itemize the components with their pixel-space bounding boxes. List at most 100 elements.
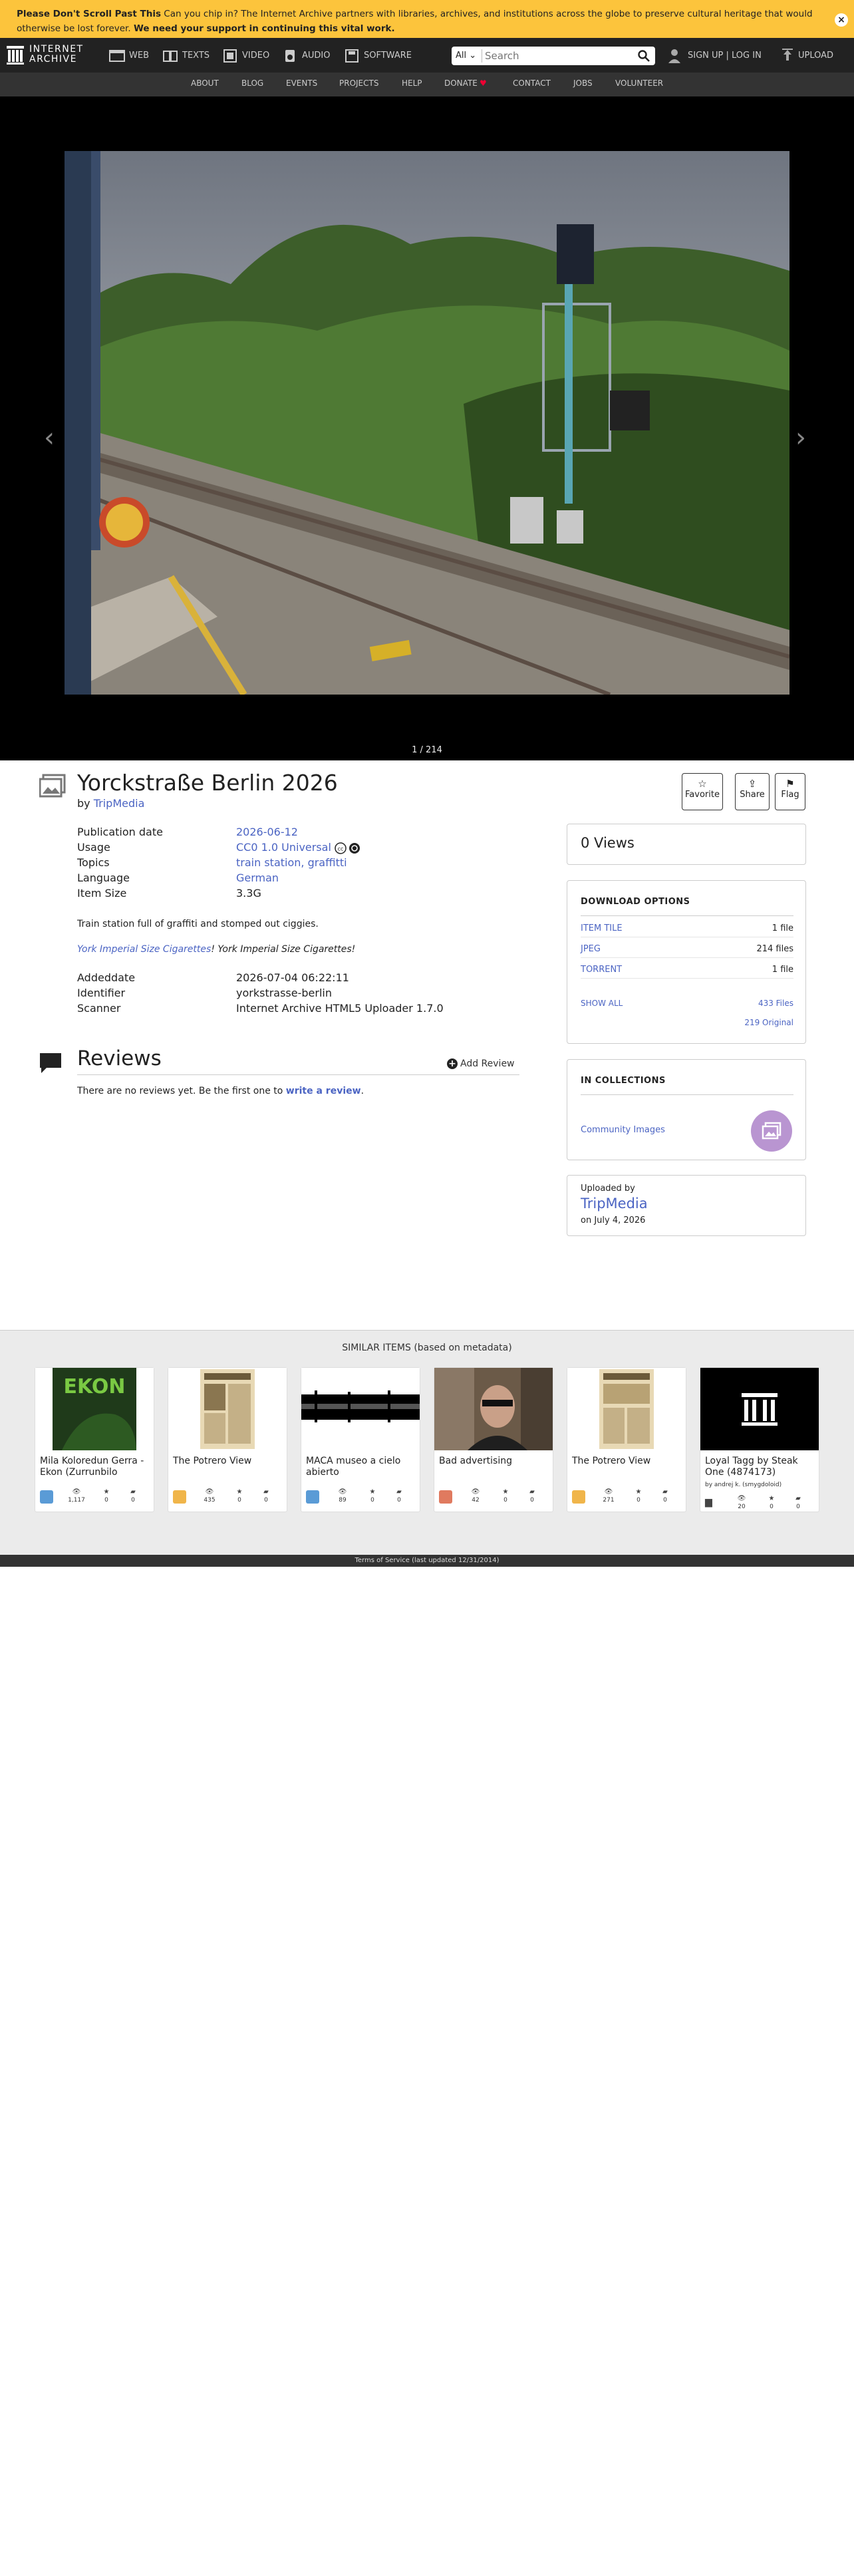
comment-icon: ▰ bbox=[130, 1488, 136, 1496]
archive-logo-image bbox=[700, 1368, 819, 1450]
nav-about[interactable]: ABOUT bbox=[191, 79, 219, 88]
divider bbox=[581, 978, 793, 979]
book-icon bbox=[163, 50, 178, 62]
item-title: Yorckstraße Berlin 2026 bbox=[77, 770, 338, 796]
topics-links[interactable]: train station, graffitti bbox=[236, 856, 347, 869]
web-tab[interactable]: WEB bbox=[109, 49, 149, 63]
original-files-link[interactable]: 219 Original bbox=[744, 1018, 793, 1027]
upload-date: on July 4, 2026 bbox=[581, 1215, 646, 1225]
nav-events[interactable]: EVENTS bbox=[286, 79, 317, 88]
video-tab[interactable]: VIDEO bbox=[222, 49, 269, 63]
software-tab[interactable]: SOFTWARE bbox=[344, 49, 412, 63]
railway-photo-image bbox=[65, 151, 789, 695]
prev-image-button[interactable]: ‹ bbox=[44, 422, 55, 453]
comment-icon: ▰ bbox=[662, 1488, 668, 1496]
metadata-key: Language bbox=[77, 872, 130, 884]
write-review-link[interactable]: write a review bbox=[286, 1086, 361, 1096]
similar-item-card[interactable]: The Potrero View 👁 435 ★ 0 ▰ 0 bbox=[168, 1367, 287, 1512]
item-stats: 👁 1,117 ★ 0 ▰ 0 bbox=[40, 1488, 150, 1509]
collection-link[interactable]: Community Images bbox=[581, 1125, 665, 1135]
nav-jobs[interactable]: JOBS bbox=[573, 79, 593, 88]
views-count: 1,117 bbox=[68, 1497, 85, 1504]
album-cover-image: EKON bbox=[53, 1368, 136, 1450]
signup-login-link[interactable]: SIGN UP | LOG IN bbox=[668, 47, 762, 65]
nav-volunteer[interactable]: VOLUNTEER bbox=[615, 79, 663, 88]
search-icon[interactable] bbox=[638, 50, 650, 62]
flag-button[interactable]: ⚑ Flag bbox=[775, 773, 805, 810]
download-options-box: DOWNLOAD OPTIONS ITEM TILE 1 file JPEG 214… bbox=[567, 880, 806, 1044]
divider bbox=[581, 957, 793, 958]
views-count: 89 bbox=[339, 1497, 347, 1504]
film-icon bbox=[223, 49, 237, 63]
upload-link[interactable]: UPLOAD bbox=[782, 47, 833, 65]
metadata-value: yorkstrasse-berlin bbox=[236, 987, 332, 999]
item-title: Mila Koloredun Gerra - Ekon (Zurrunbilo bbox=[40, 1456, 144, 1478]
close-banner-button[interactable]: × bbox=[835, 13, 848, 27]
add-review-button[interactable]: + Add Review bbox=[447, 1058, 515, 1069]
texts-tab[interactable]: TEXTS bbox=[162, 49, 210, 63]
views-count: 435 bbox=[204, 1497, 215, 1504]
donation-banner: Please Don't Scroll Past This Can you ch… bbox=[0, 0, 854, 38]
publication-date-link[interactable]: 2026-06-12 bbox=[236, 826, 298, 838]
secondary-navigation: ABOUT BLOG EVENTS PROJECTS HELP DONATE ♥… bbox=[0, 73, 854, 96]
similar-item-card[interactable]: Bad advertising 👁 42 ★ 0 ▰ 0 bbox=[434, 1367, 553, 1512]
share-button[interactable]: ⇪ Share bbox=[735, 773, 770, 810]
image-mediatype-icon bbox=[39, 774, 66, 798]
quote-link[interactable]: York Imperial Size Cigarettes bbox=[77, 944, 211, 955]
favorite-button[interactable]: ☆ Favorite bbox=[682, 773, 723, 810]
next-image-button[interactable]: › bbox=[795, 422, 806, 453]
search-scope-select[interactable]: All ⌄ bbox=[454, 49, 482, 63]
search-input[interactable] bbox=[485, 49, 631, 63]
image-collection-icon bbox=[762, 1122, 782, 1140]
similar-item-card[interactable]: The Potrero View 👁 271 ★ 0 ▰ 0 bbox=[567, 1367, 686, 1512]
item-creator: by andrej k. (smygdoloid) bbox=[705, 1482, 782, 1488]
collection-thumbnail[interactable] bbox=[751, 1110, 792, 1152]
similar-item-card[interactable]: EKON Mila Koloredun Gerra - Ekon (Zurrun… bbox=[35, 1367, 154, 1512]
item-title: The Potrero View bbox=[572, 1456, 651, 1466]
metadata-value: 3.3G bbox=[236, 887, 261, 899]
show-all-link[interactable]: SHOW ALL bbox=[581, 999, 623, 1008]
language-link[interactable]: German bbox=[236, 872, 279, 884]
nav-projects[interactable]: PROJECTS bbox=[339, 79, 378, 88]
creator-link[interactable]: TripMedia bbox=[94, 797, 145, 810]
favorites-count: 0 bbox=[637, 1497, 640, 1504]
internet-archive-logo[interactable]: INTERNET ARCHIVE bbox=[7, 45, 100, 67]
reviews-count: 0 bbox=[131, 1497, 135, 1504]
nav-help[interactable]: HELP bbox=[402, 79, 422, 88]
similar-item-card[interactable]: MACA museo a cielo abierto 👁 89 ★ 0 ▰ 0 bbox=[301, 1367, 420, 1512]
svg-text:EKON: EKON bbox=[63, 1375, 125, 1398]
item-thumbnail: EKON bbox=[35, 1368, 154, 1450]
terms-of-service-footer[interactable]: Terms of Service (last updated 12/31/201… bbox=[0, 1555, 854, 1567]
uploader-link[interactable]: TripMedia bbox=[581, 1196, 648, 1211]
heart-icon: ♥ bbox=[480, 79, 487, 88]
metadata-value: 2026-07-04 06:22:11 bbox=[236, 971, 349, 984]
no-reviews-message: There are no reviews yet. Be the first o… bbox=[77, 1086, 364, 1096]
metadata-key: Scanner bbox=[77, 1002, 121, 1015]
nav-blog[interactable]: BLOG bbox=[241, 79, 263, 88]
eye-icon: 👁 bbox=[737, 1495, 746, 1502]
download-row[interactable]: TORRENT 1 file bbox=[581, 965, 793, 975]
reviews-divider bbox=[77, 1074, 519, 1075]
audio-tab[interactable]: AUDIO bbox=[282, 49, 331, 63]
reviews-count: 0 bbox=[397, 1497, 401, 1504]
star-icon: ★ bbox=[103, 1488, 110, 1496]
reviews-count: 0 bbox=[530, 1497, 534, 1504]
all-files-link[interactable]: 433 Files bbox=[758, 999, 793, 1008]
search-box: All ⌄ bbox=[452, 47, 655, 65]
nav-donate[interactable]: DONATE bbox=[444, 79, 478, 88]
download-row[interactable]: ITEM TILE 1 file bbox=[581, 923, 793, 933]
similar-item-card[interactable]: Loyal Tagg by Steak One (4874173) by and… bbox=[700, 1367, 819, 1512]
nav-contact[interactable]: CONTACT bbox=[513, 79, 551, 88]
eye-icon: 👁 bbox=[72, 1488, 81, 1496]
comment-icon: ▰ bbox=[396, 1488, 402, 1496]
item-stats: 👁 42 ★ 0 ▰ 0 bbox=[439, 1488, 549, 1509]
collections-heading: IN COLLECTIONS bbox=[581, 1076, 666, 1086]
logo-line-2: ARCHIVE bbox=[29, 54, 77, 65]
license-link[interactable]: CC0 1.0 Universal bbox=[236, 841, 331, 854]
web-icon bbox=[109, 49, 125, 62]
item-thumbnail bbox=[567, 1368, 686, 1450]
download-row[interactable]: JPEG 214 files bbox=[581, 944, 793, 954]
folder-icon: ▆ bbox=[705, 1497, 718, 1510]
comment-icon: ▰ bbox=[529, 1488, 535, 1496]
similar-items-section: SIMILAR ITEMS (based on metadata) EKON M… bbox=[0, 1330, 854, 1555]
